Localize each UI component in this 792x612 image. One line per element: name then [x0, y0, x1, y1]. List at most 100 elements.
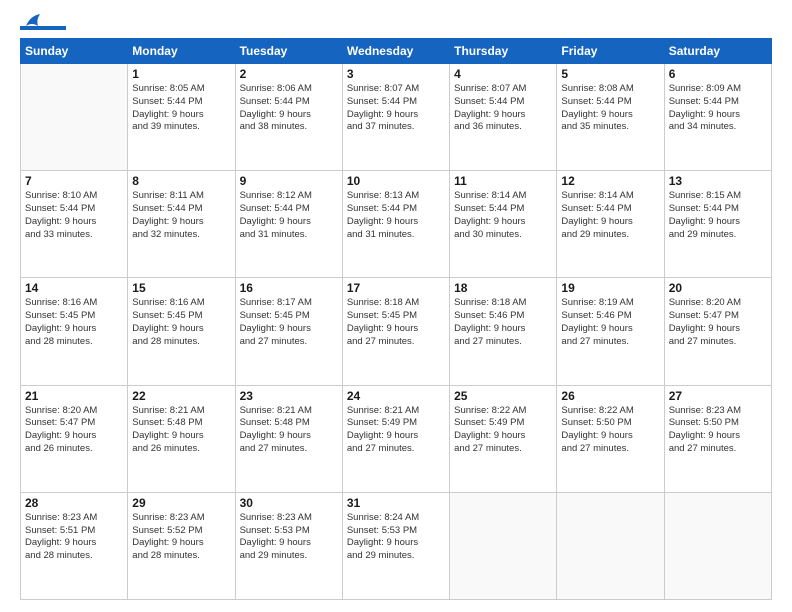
day-info: Sunrise: 8:08 AM Sunset: 5:44 PM Dayligh…: [561, 83, 659, 134]
day-info: Sunrise: 8:18 AM Sunset: 5:45 PM Dayligh…: [347, 297, 445, 348]
day-number: 26: [561, 389, 659, 403]
day-info: Sunrise: 8:11 AM Sunset: 5:44 PM Dayligh…: [132, 190, 230, 241]
day-number: 2: [240, 67, 338, 81]
day-number: 8: [132, 174, 230, 188]
day-number: 28: [25, 496, 123, 510]
day-info: Sunrise: 8:19 AM Sunset: 5:46 PM Dayligh…: [561, 297, 659, 348]
day-info: Sunrise: 8:13 AM Sunset: 5:44 PM Dayligh…: [347, 190, 445, 241]
calendar-cell: 13 Sunrise: 8:15 AM Sunset: 5:44 PM Dayli…: [664, 171, 771, 278]
day-info: Sunrise: 8:10 AM Sunset: 5:44 PM Dayligh…: [25, 190, 123, 241]
day-number: 6: [669, 67, 767, 81]
calendar-cell: 14Sunrise: 8:16 AM Sunset: 5:45 PM Dayli…: [21, 278, 128, 385]
weekday-header-monday: Monday: [128, 39, 235, 64]
day-number: 23: [240, 389, 338, 403]
day-number: 31: [347, 496, 445, 510]
calendar-cell: 17 Sunrise: 8:18 AM Sunset: 5:45 PM Dayli…: [342, 278, 449, 385]
day-info: Sunrise: 8:14 AM Sunset: 5:44 PM Dayligh…: [561, 190, 659, 241]
calendar-cell: 3 Sunrise: 8:07 AM Sunset: 5:44 PM Daylig…: [342, 64, 449, 171]
calendar-cell: 31 Sunrise: 8:24 AM Sunset: 5:53 PM Dayli…: [342, 492, 449, 599]
calendar-cell: 25 Sunrise: 8:22 AM Sunset: 5:49 PM Dayli…: [450, 385, 557, 492]
day-number: 18: [454, 281, 552, 295]
day-info: Sunrise: 8:07 AM Sunset: 5:44 PM Dayligh…: [347, 83, 445, 134]
weekday-header-saturday: Saturday: [664, 39, 771, 64]
day-info: Sunrise: 8:14 AM Sunset: 5:44 PM Dayligh…: [454, 190, 552, 241]
day-number: 10: [347, 174, 445, 188]
calendar-cell: 21 Sunrise: 8:20 AM Sunset: 5:47 PM Dayli…: [21, 385, 128, 492]
logo-underline: [20, 26, 66, 30]
calendar-cell: 18 Sunrise: 8:18 AM Sunset: 5:46 PM Dayli…: [450, 278, 557, 385]
day-number: 20: [669, 281, 767, 295]
weekday-header-tuesday: Tuesday: [235, 39, 342, 64]
day-number: 19: [561, 281, 659, 295]
day-number: 22: [132, 389, 230, 403]
day-info: Sunrise: 8:16 AM Sunset: 5:45 PM Dayligh…: [25, 297, 123, 348]
day-info: Sunrise: 8:21 AM Sunset: 5:48 PM Dayligh…: [240, 405, 338, 456]
calendar-cell: 23 Sunrise: 8:21 AM Sunset: 5:48 PM Dayli…: [235, 385, 342, 492]
day-info: Sunrise: 8:16 AM Sunset: 5:45 PM Dayligh…: [132, 297, 230, 348]
day-info: Sunrise: 8:21 AM Sunset: 5:49 PM Dayligh…: [347, 405, 445, 456]
day-info: Sunrise: 8:17 AM Sunset: 5:45 PM Dayligh…: [240, 297, 338, 348]
day-info: Sunrise: 8:15 AM Sunset: 5:44 PM Dayligh…: [669, 190, 767, 241]
day-number: 3: [347, 67, 445, 81]
day-number: 12: [561, 174, 659, 188]
day-number: 29: [132, 496, 230, 510]
day-number: 17: [347, 281, 445, 295]
calendar-cell: [664, 492, 771, 599]
week-row-5: 28 Sunrise: 8:23 AM Sunset: 5:51 PM Dayli…: [21, 492, 772, 599]
calendar-cell: 22 Sunrise: 8:21 AM Sunset: 5:48 PM Dayli…: [128, 385, 235, 492]
weekday-header-wednesday: Wednesday: [342, 39, 449, 64]
day-info: Sunrise: 8:18 AM Sunset: 5:46 PM Dayligh…: [454, 297, 552, 348]
day-info: Sunrise: 8:24 AM Sunset: 5:53 PM Dayligh…: [347, 512, 445, 563]
day-number: 15: [132, 281, 230, 295]
day-number: 5: [561, 67, 659, 81]
calendar-table: SundayMondayTuesdayWednesdayThursdayFrid…: [20, 38, 772, 600]
day-info: Sunrise: 8:22 AM Sunset: 5:50 PM Dayligh…: [561, 405, 659, 456]
day-info: Sunrise: 8:20 AM Sunset: 5:47 PM Dayligh…: [669, 297, 767, 348]
week-row-4: 21 Sunrise: 8:20 AM Sunset: 5:47 PM Dayli…: [21, 385, 772, 492]
calendar-cell: 7 Sunrise: 8:10 AM Sunset: 5:44 PM Daylig…: [21, 171, 128, 278]
day-info: Sunrise: 8:23 AM Sunset: 5:50 PM Dayligh…: [669, 405, 767, 456]
week-row-1: 1 Sunrise: 8:05 AM Sunset: 5:44 PM Daylig…: [21, 64, 772, 171]
day-info: Sunrise: 8:21 AM Sunset: 5:48 PM Dayligh…: [132, 405, 230, 456]
day-number: 4: [454, 67, 552, 81]
day-number: 13: [669, 174, 767, 188]
day-number: 24: [347, 389, 445, 403]
page: SundayMondayTuesdayWednesdayThursdayFrid…: [0, 0, 792, 612]
day-number: 16: [240, 281, 338, 295]
calendar-cell: 4 Sunrise: 8:07 AM Sunset: 5:44 PM Daylig…: [450, 64, 557, 171]
day-number: 21: [25, 389, 123, 403]
day-number: 30: [240, 496, 338, 510]
day-info: Sunrise: 8:06 AM Sunset: 5:44 PM Dayligh…: [240, 83, 338, 134]
week-row-2: 7 Sunrise: 8:10 AM Sunset: 5:44 PM Daylig…: [21, 171, 772, 278]
day-info: Sunrise: 8:23 AM Sunset: 5:52 PM Dayligh…: [132, 512, 230, 563]
week-row-3: 14Sunrise: 8:16 AM Sunset: 5:45 PM Dayli…: [21, 278, 772, 385]
day-info: Sunrise: 8:12 AM Sunset: 5:44 PM Dayligh…: [240, 190, 338, 241]
calendar-cell: 24 Sunrise: 8:21 AM Sunset: 5:49 PM Dayli…: [342, 385, 449, 492]
day-info: Sunrise: 8:23 AM Sunset: 5:53 PM Dayligh…: [240, 512, 338, 563]
header: [20, 16, 772, 30]
weekday-header-friday: Friday: [557, 39, 664, 64]
day-info: Sunrise: 8:22 AM Sunset: 5:49 PM Dayligh…: [454, 405, 552, 456]
logo: [20, 16, 66, 30]
day-number: 9: [240, 174, 338, 188]
day-info: Sunrise: 8:20 AM Sunset: 5:47 PM Dayligh…: [25, 405, 123, 456]
calendar-cell: 15 Sunrise: 8:16 AM Sunset: 5:45 PM Dayli…: [128, 278, 235, 385]
calendar-cell: 8 Sunrise: 8:11 AM Sunset: 5:44 PM Daylig…: [128, 171, 235, 278]
calendar-cell: 27Sunrise: 8:23 AM Sunset: 5:50 PM Dayli…: [664, 385, 771, 492]
day-info: Sunrise: 8:07 AM Sunset: 5:44 PM Dayligh…: [454, 83, 552, 134]
calendar-cell: [450, 492, 557, 599]
day-number: 25: [454, 389, 552, 403]
calendar-cell: 16 Sunrise: 8:17 AM Sunset: 5:45 PM Dayli…: [235, 278, 342, 385]
day-number: 1: [132, 67, 230, 81]
weekday-header-row: SundayMondayTuesdayWednesdayThursdayFrid…: [21, 39, 772, 64]
day-number: 7: [25, 174, 123, 188]
calendar-cell: 6Sunrise: 8:09 AM Sunset: 5:44 PM Daylig…: [664, 64, 771, 171]
calendar-cell: 30 Sunrise: 8:23 AM Sunset: 5:53 PM Dayli…: [235, 492, 342, 599]
calendar-cell: 26 Sunrise: 8:22 AM Sunset: 5:50 PM Dayli…: [557, 385, 664, 492]
calendar-cell: 20 Sunrise: 8:20 AM Sunset: 5:47 PM Dayli…: [664, 278, 771, 385]
calendar-cell: 2 Sunrise: 8:06 AM Sunset: 5:44 PM Daylig…: [235, 64, 342, 171]
day-info: Sunrise: 8:23 AM Sunset: 5:51 PM Dayligh…: [25, 512, 123, 563]
day-info: Sunrise: 8:05 AM Sunset: 5:44 PM Dayligh…: [132, 83, 230, 134]
calendar-cell: [21, 64, 128, 171]
calendar-cell: 9 Sunrise: 8:12 AM Sunset: 5:44 PM Daylig…: [235, 171, 342, 278]
